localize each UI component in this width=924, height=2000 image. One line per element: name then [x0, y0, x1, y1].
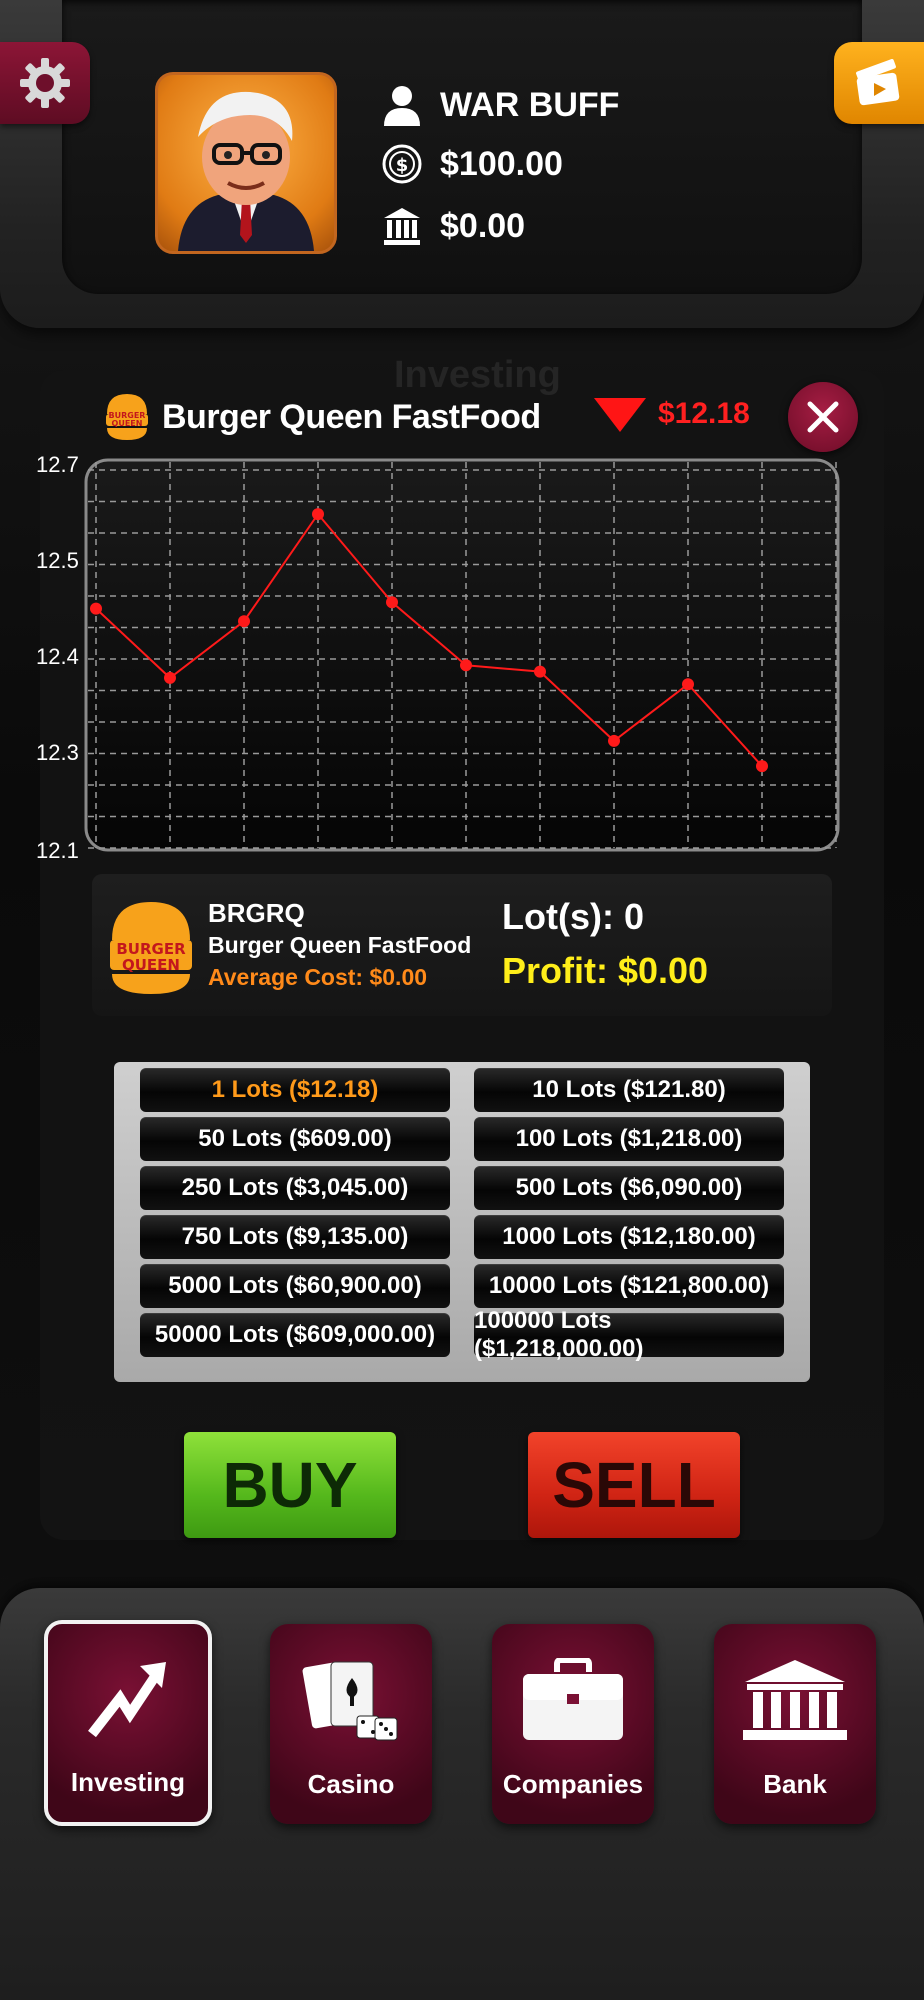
price-point: [386, 596, 398, 609]
nav-bank[interactable]: Bank: [714, 1624, 876, 1824]
sell-button[interactable]: SELL: [528, 1432, 740, 1538]
lot-option[interactable]: 10000 Lots ($121,800.00): [474, 1264, 784, 1308]
nav-investing[interactable]: Investing: [44, 1620, 212, 1826]
lot-option[interactable]: 1000 Lots ($12,180.00): [474, 1215, 784, 1259]
price-chart: 12.7 12.5 12.4 12.3 12.1: [36, 452, 840, 863]
price-point: [460, 659, 472, 672]
y-tick-label: 12.5: [36, 548, 79, 573]
lot-option[interactable]: 5000 Lots ($60,900.00): [140, 1264, 450, 1308]
nav-companies[interactable]: Companies: [492, 1624, 654, 1824]
briefcase-icon: [523, 1658, 623, 1740]
lot-option[interactable]: 50000 Lots ($609,000.00): [140, 1313, 450, 1357]
price-point: [312, 508, 324, 521]
playing-cards-dice-icon: [302, 1661, 398, 1741]
bank-building-icon: [743, 1660, 847, 1740]
lot-option[interactable]: 100 Lots ($1,218.00): [474, 1117, 784, 1161]
nav-label-companies: Companies: [502, 1769, 644, 1799]
logo-text-line-2: QUEEN: [122, 956, 180, 974]
price-point: [238, 615, 250, 628]
buy-button[interactable]: BUY: [184, 1432, 396, 1538]
y-tick-label: 12.4: [36, 644, 79, 669]
nav-label-casino: Casino: [307, 1769, 395, 1799]
price-point: [164, 671, 176, 684]
y-tick-label: 12.7: [36, 452, 79, 477]
price-point: [756, 760, 768, 773]
lot-option[interactable]: 1 Lots ($12.18): [140, 1068, 450, 1112]
y-tick-label: 12.1: [36, 838, 79, 863]
nav-label-investing: Investing: [70, 1767, 186, 1797]
price-point: [682, 678, 694, 691]
lot-option[interactable]: 750 Lots ($9,135.00): [140, 1215, 450, 1259]
stock-company-name: Burger Queen FastFood: [208, 932, 472, 958]
lot-option[interactable]: 500 Lots ($6,090.00): [474, 1166, 784, 1210]
price-point: [534, 665, 546, 678]
lot-option[interactable]: 100000 Lots ($1,218,000.00): [474, 1307, 784, 1362]
lots-owned: Lot(s): 0: [502, 896, 644, 937]
y-tick-label: 12.3: [36, 740, 79, 765]
lot-option[interactable]: 250 Lots ($3,045.00): [140, 1166, 450, 1210]
burger-queen-logo-icon: BURGER QUEEN: [110, 902, 192, 994]
average-cost: Average Cost: $0.00: [208, 964, 428, 990]
profit-value: Profit: $0.00: [502, 950, 709, 991]
price-point: [608, 734, 620, 747]
chart-y-ticks: 12.7 12.5 12.4 12.3 12.1: [36, 452, 79, 863]
trend-up-arrow-icon: [88, 1662, 166, 1738]
stock-ticker: BRGRQ: [208, 898, 305, 928]
lot-option[interactable]: 50 Lots ($609.00): [140, 1117, 450, 1161]
lot-option[interactable]: 10 Lots ($121.80): [474, 1068, 784, 1112]
nav-casino[interactable]: Casino: [270, 1624, 432, 1824]
price-point: [90, 602, 102, 615]
nav-label-bank: Bank: [763, 1769, 827, 1799]
